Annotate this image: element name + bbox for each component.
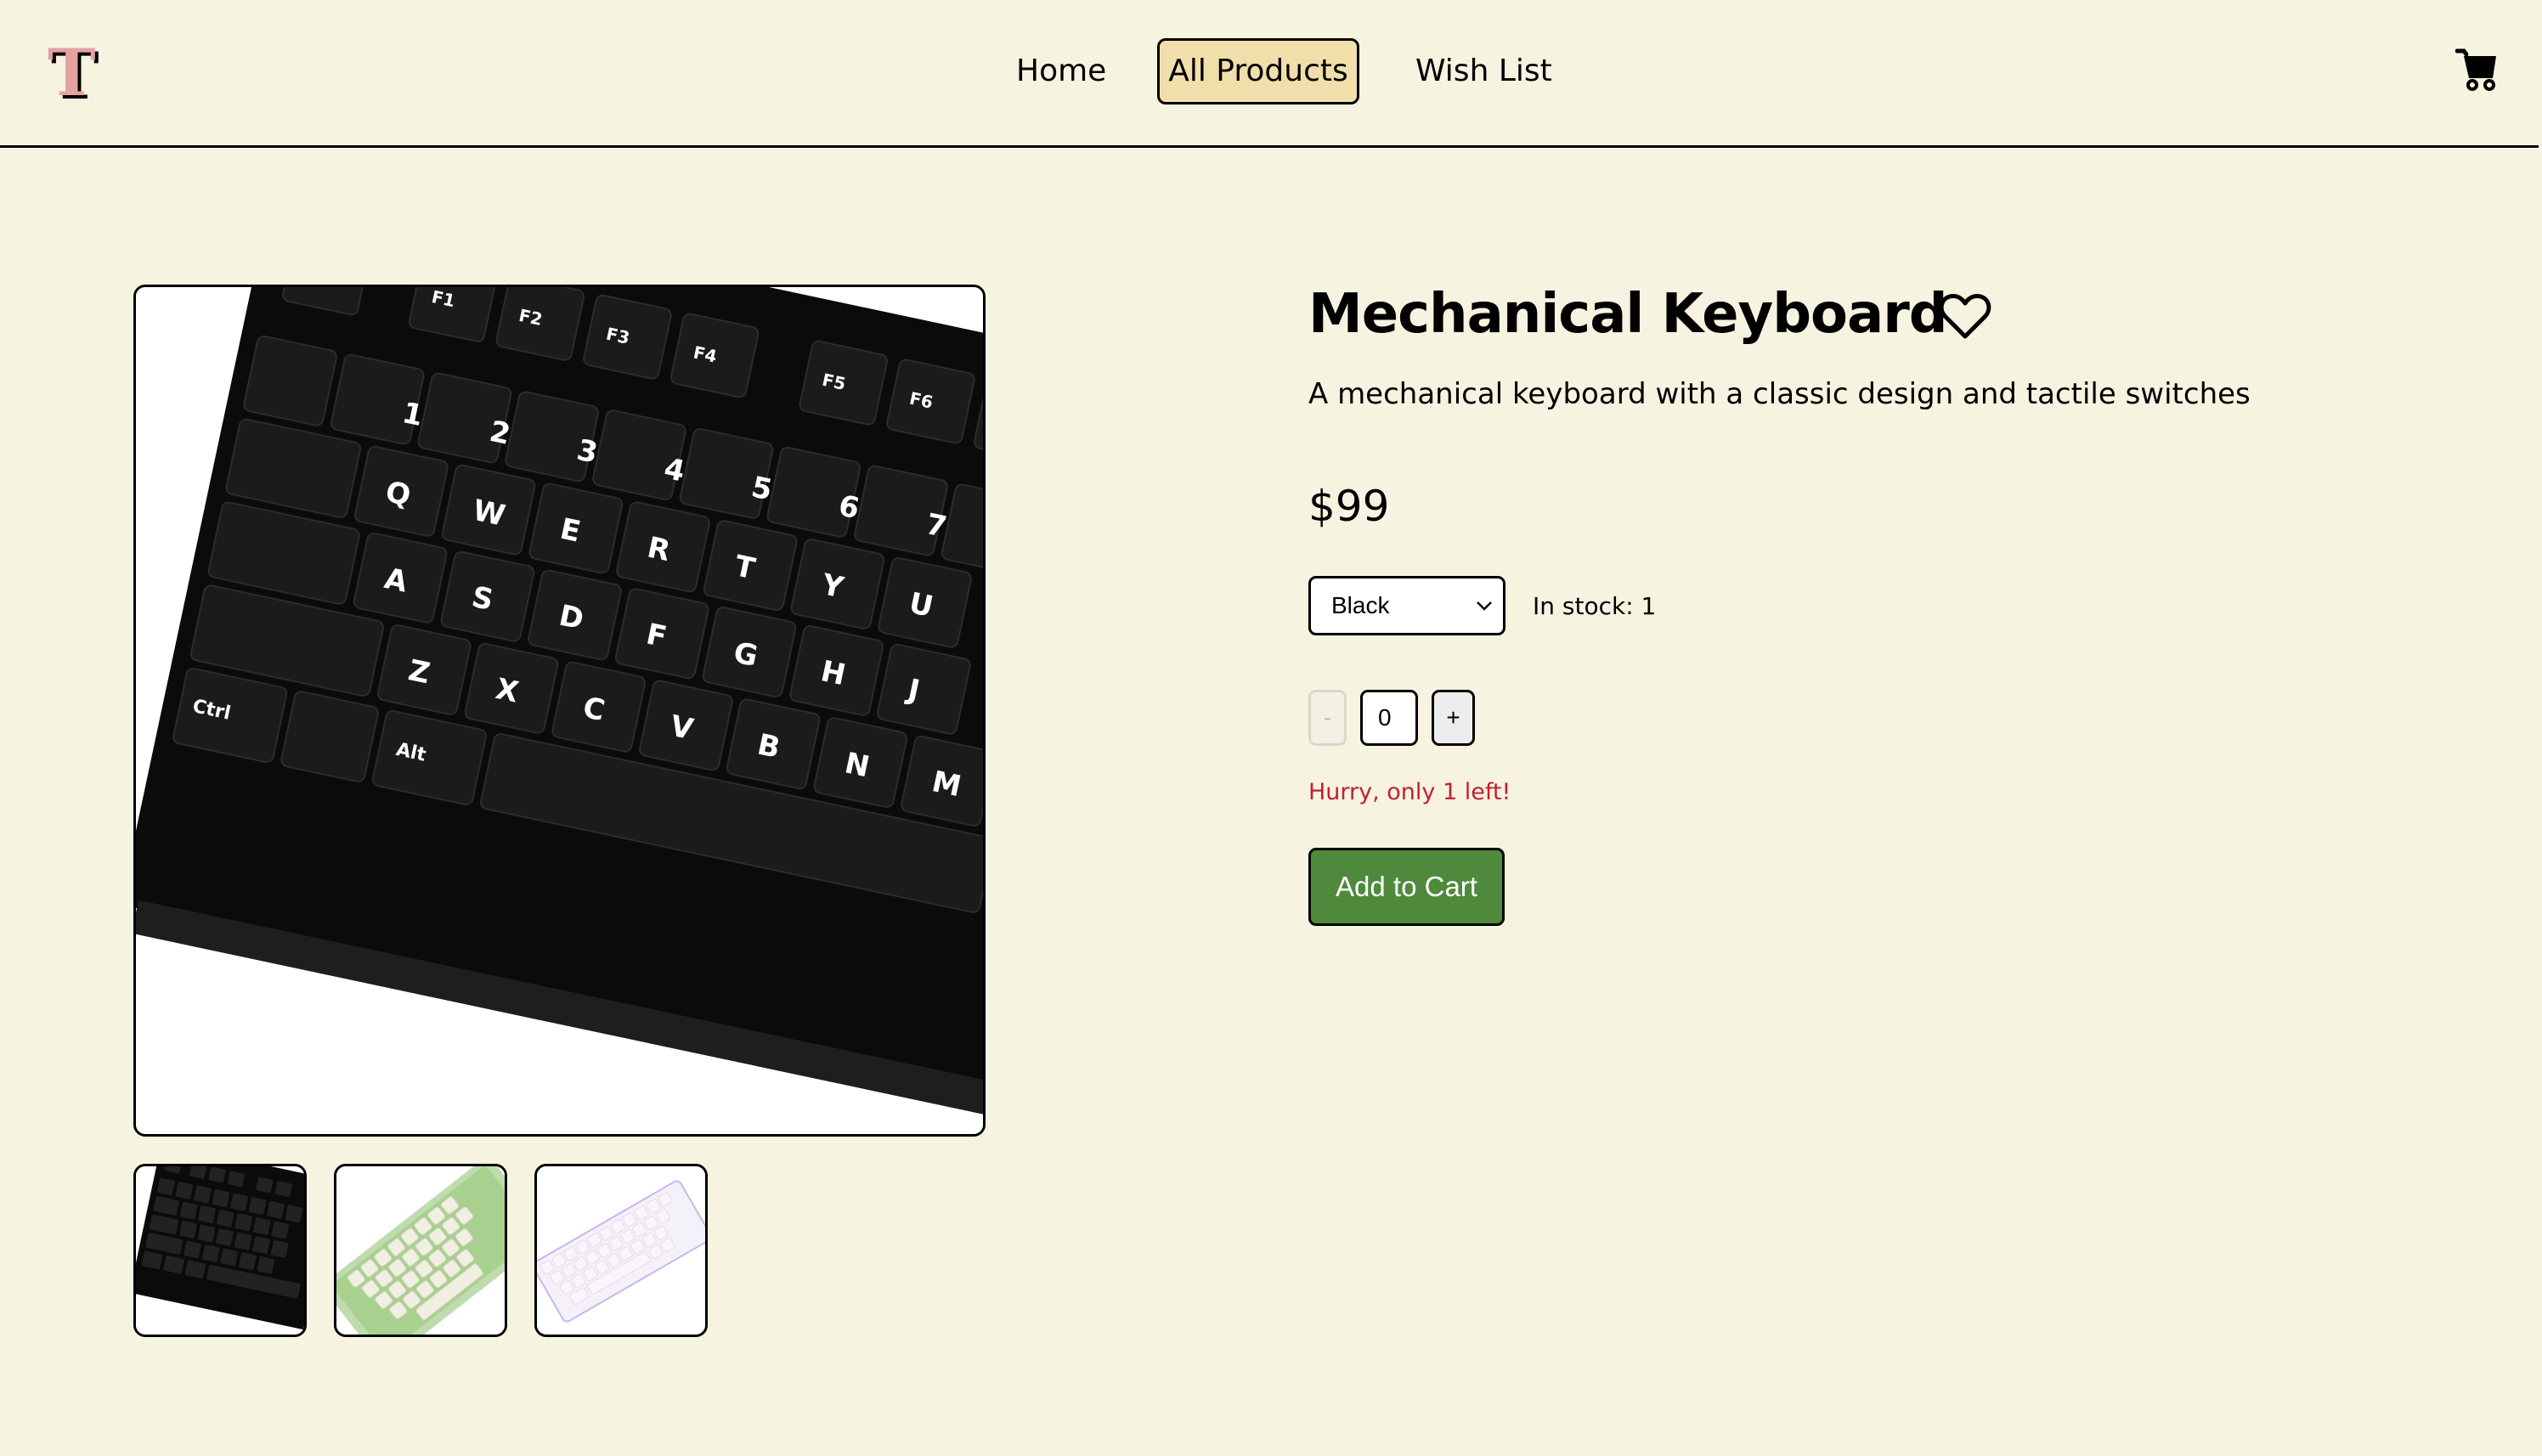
nav-wish-list[interactable]: Wish List (1415, 38, 1552, 104)
quantity-increment-button[interactable]: + (1432, 690, 1475, 746)
quantity-decrement-button[interactable]: - (1308, 690, 1347, 746)
cart-button[interactable] (2455, 48, 2501, 92)
quantity-input[interactable]: 0 (1360, 690, 1418, 746)
product-main-image: 123 456 7 QWE RTY U ASD FGH J ZXC VBN M … (133, 285, 986, 1137)
nav-home[interactable]: Home (1016, 38, 1106, 104)
heart-outline-icon (1939, 294, 1991, 339)
thumbnail-3[interactable] (534, 1164, 708, 1337)
color-select-value: Black (1331, 592, 1390, 618)
site-header: T Home All Products Wish List (0, 0, 2539, 148)
stock-status: In stock: 1 (1533, 592, 1657, 620)
thumbnail-2[interactable] (334, 1164, 507, 1337)
product-title: Mechanical Keyboard (1308, 283, 1948, 346)
thumbnail-1[interactable] (133, 1164, 307, 1337)
wishlist-button[interactable] (1939, 292, 1991, 341)
add-to-cart-button[interactable]: Add to Cart (1308, 848, 1505, 926)
color-select[interactable]: Black (1308, 576, 1505, 635)
low-stock-warning: Hurry, only 1 left! (1308, 779, 1511, 805)
keyboard-thumbnail-white (537, 1166, 705, 1335)
keyboard-image-black: 123 456 7 QWE RTY U ASD FGH J ZXC VBN M … (136, 287, 983, 1134)
product-description: A mechanical keyboard with a classic des… (1308, 377, 2251, 411)
main-nav: Home All Products Wish List (0, 38, 2539, 104)
shopping-cart-icon (2455, 48, 2496, 91)
keyboard-thumbnail-green (336, 1166, 505, 1335)
nav-all-products[interactable]: All Products (1157, 38, 1359, 104)
chevron-down-icon (1474, 578, 1494, 633)
keyboard-thumbnail-black (136, 1166, 304, 1335)
product-price: $99 (1308, 482, 1390, 531)
